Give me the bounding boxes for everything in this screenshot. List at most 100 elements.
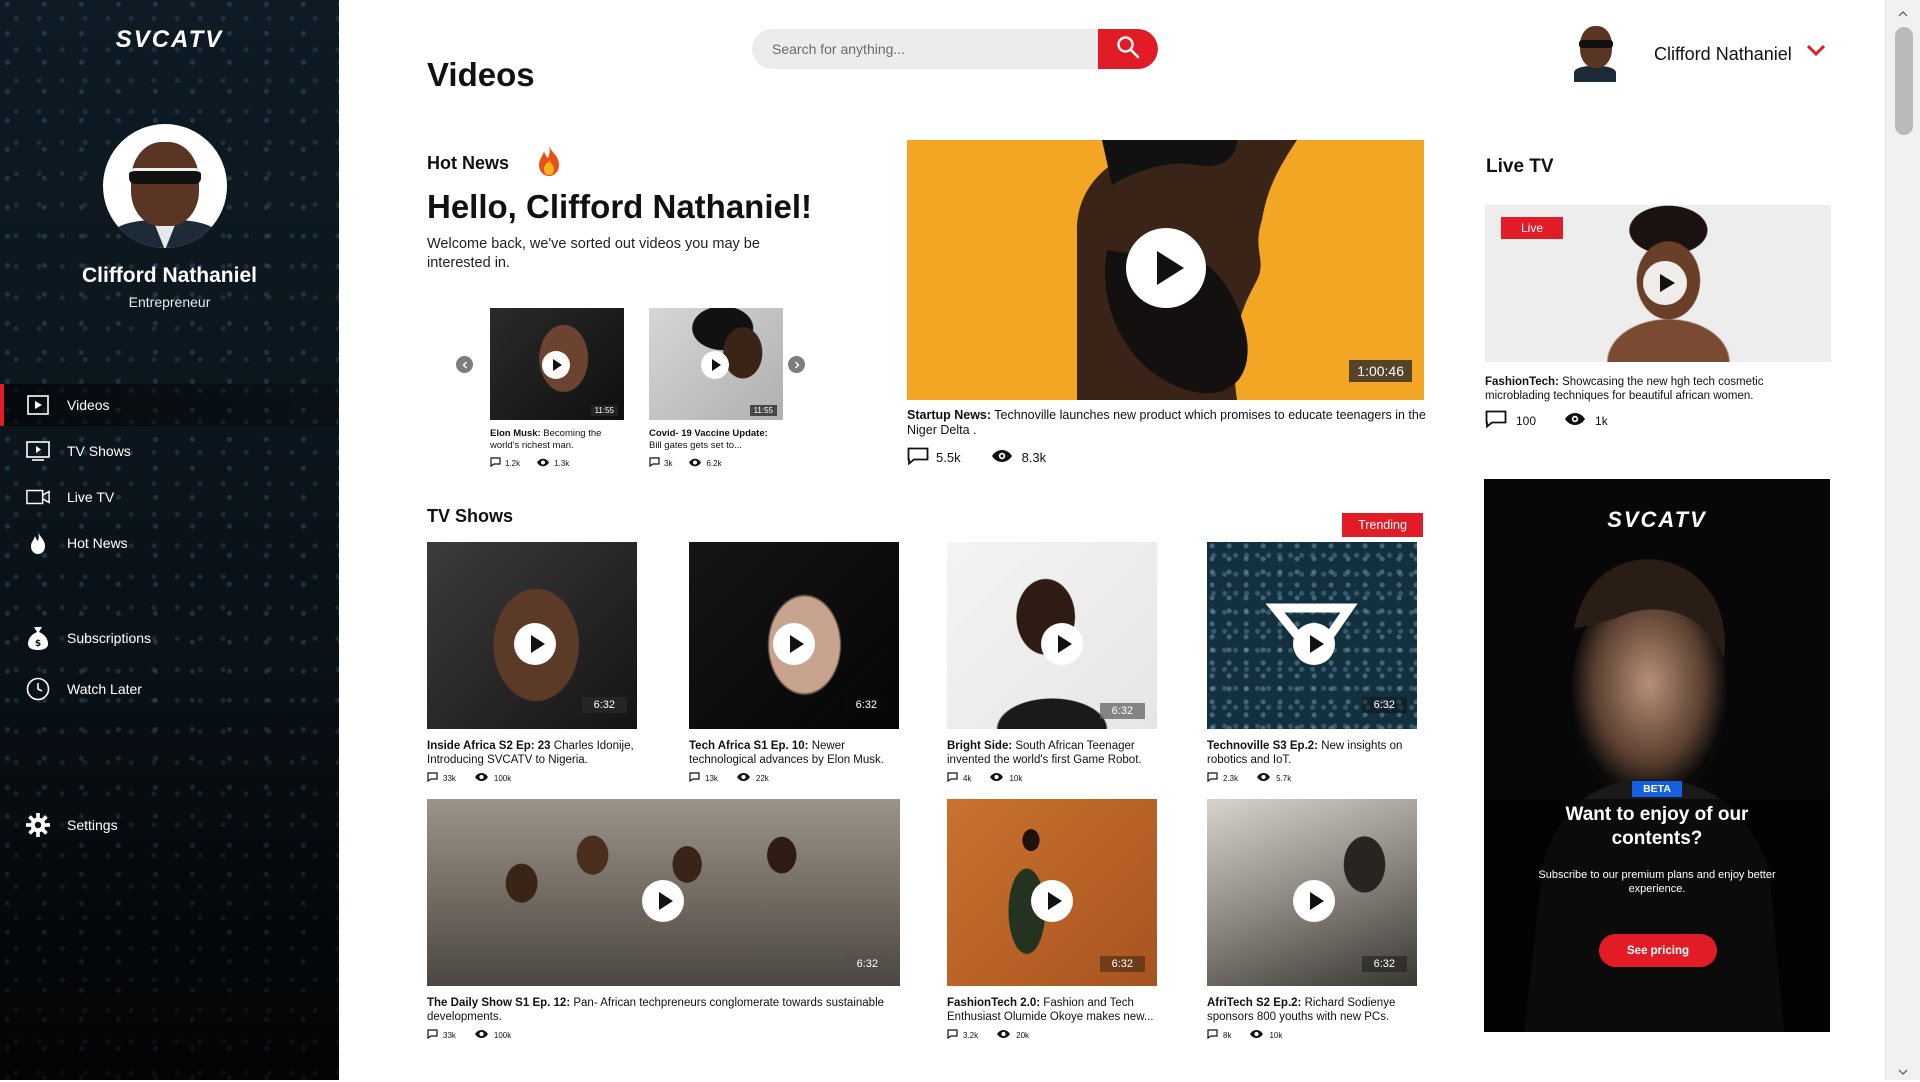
comment-icon xyxy=(947,1029,958,1041)
search-input[interactable] xyxy=(752,29,1100,69)
tv-show-card[interactable]: 6:32 Inside Africa S2 Ep: 23 Charles Ido… xyxy=(427,542,637,784)
sidebar-item-label: Videos xyxy=(67,397,110,413)
caption-title: Covid- 19 Vaccine Update: xyxy=(649,428,768,439)
video-caption: Tech Africa S1 Ep. 10: Newer technologic… xyxy=(689,739,899,767)
play-icon[interactable] xyxy=(1293,880,1335,922)
play-icon[interactable] xyxy=(773,623,815,665)
tv-show-card[interactable]: 6:32 FashionTech 2.0: Fashion and Tech E… xyxy=(947,799,1157,1041)
play-icon[interactable] xyxy=(542,351,570,379)
view-count: 20k xyxy=(1016,1030,1030,1040)
video-thumbnail[interactable]: 6:32 xyxy=(427,542,637,729)
video-stats: 8k 10k xyxy=(1207,1029,1417,1041)
caption-title: Elon Musk: xyxy=(490,428,541,439)
comment-count: 1.2k xyxy=(505,458,521,468)
play-icon[interactable] xyxy=(642,880,684,922)
sidebar-background xyxy=(0,660,339,1080)
comment-icon xyxy=(1207,1029,1218,1041)
video-thumbnail[interactable]: 6:32 xyxy=(1207,542,1417,729)
comment-count: 2.3k xyxy=(1223,773,1239,783)
sidebar-item-label: Settings xyxy=(67,817,118,833)
header-avatar[interactable] xyxy=(1574,26,1616,82)
video-caption: FashionTech 2.0: Fashion and Tech Enthus… xyxy=(947,996,1157,1024)
flame-icon xyxy=(26,531,50,555)
tv-show-card[interactable]: 6:32 Technoville S3 Ep.2: New insights o… xyxy=(1207,542,1417,784)
sidebar-item-settings[interactable]: Settings xyxy=(0,804,339,846)
tv-show-card[interactable]: 6:32 AfriTech S2 Ep.2: Richard Sodienye … xyxy=(1207,799,1417,1041)
sidebar-item-subscriptions[interactable]: $ Subscriptions xyxy=(0,617,339,659)
featured-stats: 5.5k 8.3k xyxy=(907,447,1046,468)
sidebar-item-live-tv[interactable]: Live TV xyxy=(0,476,339,518)
play-icon[interactable] xyxy=(1126,228,1206,308)
caption-title: FashionTech: xyxy=(1485,376,1559,388)
carousel-next-button[interactable] xyxy=(788,356,805,373)
video-thumbnail[interactable]: 6:32 xyxy=(689,542,899,729)
search-button[interactable] xyxy=(1098,29,1158,69)
play-icon[interactable] xyxy=(1041,623,1083,665)
scroll-down-icon[interactable] xyxy=(1898,1064,1908,1075)
play-icon[interactable] xyxy=(1293,623,1335,665)
featured-video-thumbnail[interactable]: 1:00:46 xyxy=(907,140,1424,400)
caption-title: AfriTech S2 Ep.2: xyxy=(1207,997,1302,1009)
sidebar-item-hot-news[interactable]: Hot News xyxy=(0,522,339,564)
sidebar: SVCATV Clifford Nathaniel Entrepreneur V… xyxy=(0,0,339,1080)
comment-count: 3.2k xyxy=(963,1030,979,1040)
video-stats: 3k 6.2k xyxy=(649,457,783,469)
view-count: 6.2k xyxy=(706,458,722,468)
duration-label: 6:32 xyxy=(843,697,889,713)
sidebar-item-videos[interactable]: Videos xyxy=(0,384,339,426)
sidebar-item-watch-later[interactable]: Watch Later xyxy=(0,668,339,710)
promo-text: Subscribe to our premium plans and enjoy… xyxy=(1538,869,1776,895)
video-thumbnail[interactable]: 6:32 xyxy=(947,542,1157,729)
sidebar-avatar[interactable] xyxy=(103,124,227,248)
video-thumbnail[interactable]: 11:55 xyxy=(490,308,624,420)
video-thumbnail[interactable]: 6:32 xyxy=(427,799,900,986)
view-count: 1.3k xyxy=(554,458,570,468)
caption-title: Startup News: xyxy=(907,408,992,422)
tv-show-card[interactable]: 6:32 The Daily Show S1 Ep. 12: Pan- Afri… xyxy=(427,799,900,1041)
hot-news-card[interactable]: 11:55 Elon Musk: Becoming the world's ri… xyxy=(490,308,624,469)
sidebar-item-label: Live TV xyxy=(67,489,115,505)
play-icon[interactable] xyxy=(701,351,729,379)
sidebar-logo[interactable]: SVCATV xyxy=(0,26,339,54)
tv-show-card[interactable]: 6:32 Tech Africa S1 Ep. 10: Newer techno… xyxy=(689,542,899,784)
scrollbar-thumb[interactable] xyxy=(1895,27,1913,135)
sidebar-item-label: TV Shows xyxy=(67,443,131,459)
live-stats: 100 1k xyxy=(1485,410,1608,431)
view-count: 10k xyxy=(1009,773,1023,783)
caption-title: Technoville S3 Ep.2: xyxy=(1207,740,1318,752)
hot-news-card[interactable]: 11:55 Covid- 19 Vaccine Update: Bill gat… xyxy=(649,308,783,469)
live-video-thumbnail[interactable]: Live xyxy=(1485,205,1831,362)
tv-show-card[interactable]: 6:32 Bright Side: South African Teenager… xyxy=(947,542,1157,784)
video-caption: Inside Africa S2 Ep: 23 Charles Idonije,… xyxy=(427,739,637,767)
eye-icon xyxy=(991,449,1013,466)
view-count: 1k xyxy=(1595,413,1608,428)
gear-icon xyxy=(26,813,50,837)
scroll-up-icon[interactable] xyxy=(1898,6,1908,17)
video-stats: 33k 100k xyxy=(427,772,637,784)
chevron-down-icon[interactable] xyxy=(1806,44,1826,62)
greeting-heading: Hello, Clifford Nathaniel! xyxy=(427,188,813,225)
play-icon[interactable] xyxy=(1031,880,1073,922)
scrollbar[interactable] xyxy=(1885,0,1920,1080)
sidebar-user-name: Clifford Nathaniel xyxy=(81,264,257,287)
video-thumbnail[interactable]: 6:32 xyxy=(1207,799,1417,986)
carousel-prev-button[interactable] xyxy=(456,356,473,373)
duration-label: 6:32 xyxy=(581,697,627,713)
hot-news-heading: Hot News xyxy=(427,153,510,173)
money-bag-icon: $ xyxy=(26,626,50,650)
sidebar-item-tv-shows[interactable]: TV Shows xyxy=(0,430,339,472)
caption-text: Bill gates gets set to... xyxy=(649,440,742,451)
trending-badge[interactable]: Trending xyxy=(1342,513,1423,537)
eye-icon xyxy=(474,1029,489,1041)
video-thumbnail[interactable]: 6:32 xyxy=(947,799,1157,986)
eye-icon xyxy=(1256,772,1271,784)
video-thumbnail[interactable]: 11:55 xyxy=(649,308,783,420)
header-user-name[interactable]: Clifford Nathaniel xyxy=(1654,44,1792,65)
svg-text:$: $ xyxy=(35,639,41,649)
play-icon[interactable] xyxy=(514,623,556,665)
eye-icon xyxy=(536,458,550,469)
play-icon[interactable] xyxy=(1643,261,1687,305)
see-pricing-button[interactable]: See pricing xyxy=(1599,934,1717,967)
duration-label: 6:32 xyxy=(1099,703,1145,719)
eye-icon xyxy=(996,1029,1011,1041)
